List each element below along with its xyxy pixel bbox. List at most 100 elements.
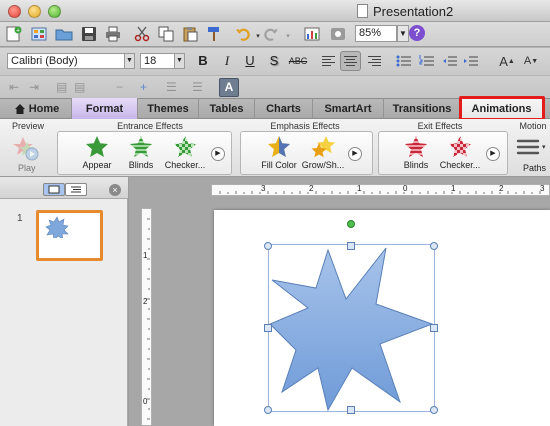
paste-icon[interactable] <box>181 25 199 43</box>
emphasis-group-label: Emphasis Effects <box>270 121 340 131</box>
print-icon[interactable] <box>104 25 122 43</box>
outline-view-button[interactable] <box>65 183 87 196</box>
exit-more-chevron-icon[interactable]: ▶ <box>486 147 500 161</box>
text-direction-button[interactable]: A <box>219 78 239 97</box>
tab-format[interactable]: Format <box>72 98 138 119</box>
bullets-icon[interactable] <box>395 52 413 70</box>
add-line-icon[interactable]: + <box>140 80 154 94</box>
svg-text:+: + <box>16 28 20 35</box>
home-icon <box>14 103 25 114</box>
motion-paths-icon[interactable]: ▾ <box>516 137 548 162</box>
h-ruler-label: 3 <box>261 184 266 193</box>
resize-handle-left[interactable] <box>264 324 272 332</box>
line-spacing-icon[interactable]: ☰ <box>166 80 180 94</box>
shadow-button[interactable]: S <box>265 52 283 70</box>
tab-tables[interactable]: Tables <box>199 98 255 119</box>
resize-handle-bottom[interactable] <box>347 406 355 414</box>
indent-icon[interactable] <box>462 52 480 70</box>
size-dropdown-chevron-icon[interactable]: ▼ <box>174 53 185 69</box>
entrance-more-chevron-icon[interactable]: ▶ <box>211 147 225 161</box>
cut-icon[interactable] <box>133 25 151 43</box>
slide-thumbnail-number: 1 <box>17 213 23 224</box>
rotation-handle[interactable] <box>347 220 355 228</box>
redo-dropdown-chevron-icon[interactable]: ▾ <box>279 27 297 45</box>
star-burst-shape[interactable] <box>268 244 436 414</box>
italic-button[interactable]: I <box>218 52 236 70</box>
zoom-dropdown-chevron-icon[interactable]: ▼ <box>397 25 409 42</box>
zoom-level-field[interactable]: 85% <box>355 25 397 42</box>
motion-group-label: Motion <box>519 121 547 131</box>
numbering-icon[interactable] <box>418 52 436 70</box>
outdent-icon[interactable] <box>441 52 459 70</box>
align-center-button[interactable] <box>340 51 361 71</box>
font-name-field[interactable]: Calibri (Body) <box>7 53 131 69</box>
columns-left-icon[interactable]: ▤ <box>56 80 70 94</box>
help-button[interactable]: ? <box>409 25 425 41</box>
resize-handle-top-left[interactable] <box>264 242 272 250</box>
horizontal-ruler: 3 2 1 0 1 2 3 <box>211 184 550 196</box>
tab-charts[interactable]: Charts <box>255 98 313 119</box>
increase-indent-icon[interactable]: ⇥ <box>29 80 43 94</box>
resize-handle-right[interactable] <box>430 324 438 332</box>
tab-transitions[interactable]: Transitions <box>384 98 461 119</box>
effect-blinds-label: Blinds <box>128 160 154 170</box>
slide-thumbnail[interactable] <box>36 210 103 261</box>
h-ruler-label: 1 <box>357 184 362 193</box>
fill-color-star-icon <box>268 136 290 157</box>
effect-exit-checkerboard[interactable]: Checker... <box>436 133 484 170</box>
open-folder-icon[interactable] <box>55 25 73 43</box>
align-left-button[interactable] <box>318 51 339 71</box>
effect-checkerboard[interactable]: Checker... <box>161 133 209 170</box>
copy-icon[interactable] <box>157 25 175 43</box>
underline-button[interactable]: U <box>241 52 259 70</box>
title-bar <box>0 0 550 22</box>
emphasis-more-chevron-icon[interactable]: ▶ <box>348 147 362 161</box>
document-icon <box>357 4 368 18</box>
strikethrough-button[interactable]: ABC <box>286 52 310 70</box>
exit-group-label: Exit Effects <box>417 121 463 131</box>
gallery-icon[interactable] <box>30 25 48 43</box>
insert-chart-icon[interactable] <box>303 25 321 43</box>
effect-exit-checkerboard-label: Checker... <box>439 160 481 170</box>
shrink-font-icon[interactable]: A ▼ <box>522 52 540 70</box>
effect-exit-blinds[interactable]: Blinds <box>392 133 440 170</box>
tab-smartart[interactable]: SmartArt <box>313 98 384 119</box>
resize-handle-bottom-right[interactable] <box>430 406 438 414</box>
thumbnail-star-icon <box>45 216 69 238</box>
slides-view-button[interactable] <box>43 183 65 196</box>
font-dropdown-chevron-icon[interactable]: ▼ <box>124 53 135 69</box>
zoom-window-button[interactable] <box>48 5 61 18</box>
paths-label: Paths <box>523 163 547 173</box>
new-from-template-icon[interactable]: + <box>5 25 23 43</box>
save-icon[interactable] <box>80 25 98 43</box>
columns-right-icon[interactable]: ▤ <box>74 80 88 94</box>
close-window-button[interactable] <box>8 5 21 18</box>
minimize-window-button[interactable] <box>28 5 41 18</box>
blinds-star-icon <box>130 136 152 157</box>
effect-blinds[interactable]: Blinds <box>117 133 165 170</box>
close-panel-icon[interactable]: × <box>109 184 121 196</box>
tab-home[interactable]: Home <box>3 98 72 119</box>
paragraph-spacing-icon[interactable]: ☰ <box>192 80 206 94</box>
resize-handle-top[interactable] <box>347 242 355 250</box>
play-preview-icon[interactable] <box>13 136 41 165</box>
grow-font-icon[interactable]: A ▲ <box>498 52 516 70</box>
remove-line-icon[interactable]: − <box>116 80 130 94</box>
tab-themes[interactable]: Themes <box>138 98 199 119</box>
effect-grow-shrink[interactable]: Grow/Sh... <box>299 133 347 170</box>
align-right-button[interactable] <box>364 51 385 71</box>
h-ruler-label: 2 <box>309 184 314 193</box>
resize-handle-top-right[interactable] <box>430 242 438 250</box>
resize-handle-bottom-left[interactable] <box>264 406 272 414</box>
v-ruler-label: 2 <box>143 297 148 306</box>
grow-shrink-star-icon <box>311 136 335 158</box>
media-browser-icon[interactable] <box>329 25 347 43</box>
format-painter-icon[interactable] <box>205 25 223 43</box>
decrease-indent-icon[interactable]: ⇤ <box>9 80 23 94</box>
appear-star-icon <box>86 136 108 157</box>
bold-button[interactable]: B <box>194 52 212 70</box>
redo-icon[interactable] <box>262 25 280 43</box>
effect-appear[interactable]: Appear <box>73 133 121 170</box>
effect-exit-blinds-label: Blinds <box>403 160 429 170</box>
effect-fill-color[interactable]: Fill Color <box>255 133 303 170</box>
